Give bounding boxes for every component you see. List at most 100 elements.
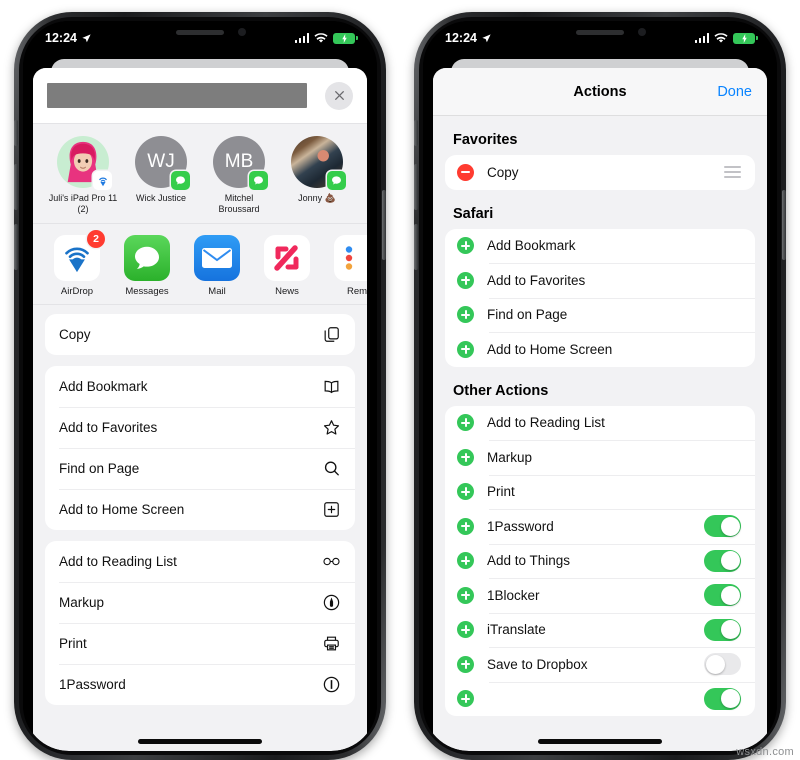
plus-circle-icon[interactable] — [457, 340, 474, 358]
action-row-print[interactable]: Print — [45, 622, 355, 664]
action-row-add-bookmark[interactable]: Add Bookmark — [45, 366, 355, 407]
volume-down-button[interactable] — [14, 224, 18, 270]
plus-circle-icon[interactable] — [457, 414, 474, 432]
edit-row-1blocker[interactable]: 1Blocker — [445, 578, 755, 613]
action-group: Add Bookmark Add to Favorites Find on Pa… — [45, 365, 355, 530]
app-item-messages[interactable]: Messages — [117, 234, 177, 297]
contact-item[interactable]: Juli's iPad Pro 11 (2) — [47, 136, 119, 215]
right-screen: 12:24 Actions Done Favorites Copy Safari… — [423, 21, 777, 751]
edit-row-markup[interactable]: Markup — [445, 440, 755, 475]
action-row-find-on-page[interactable]: Find on Page — [45, 447, 355, 489]
plus-circle-icon[interactable] — [457, 621, 474, 639]
plus-circle-icon[interactable] — [457, 552, 474, 570]
contact-item[interactable]: Jonny 💩 — [281, 136, 353, 215]
action-row-add-to-favorites[interactable]: Add to Favorites — [45, 406, 355, 448]
markup-pen-icon — [321, 592, 341, 612]
status-time: 12:24 — [445, 31, 477, 45]
plus-circle-icon[interactable] — [457, 517, 474, 535]
contact-item[interactable]: WJ Wick Justice — [125, 136, 197, 215]
action-row-add-to-reading-list[interactable]: Add to Reading List — [45, 541, 355, 582]
markup-glyph — [323, 594, 339, 611]
star-glyph — [323, 420, 339, 435]
row-toggle[interactable] — [704, 687, 741, 710]
row-label: Markup — [487, 449, 533, 465]
silent-switch[interactable] — [414, 120, 418, 146]
action-row-copy[interactable]: Copy — [45, 314, 355, 355]
location-arrow-icon — [482, 33, 491, 42]
action-label: Add to Home Screen — [59, 501, 185, 517]
plus-circle-icon[interactable] — [457, 483, 474, 501]
action-row-markup[interactable]: Markup — [45, 581, 355, 623]
plus-circle-icon[interactable] — [457, 586, 474, 604]
edit-row-add-to-reading-list[interactable]: Add to Reading List — [445, 406, 755, 441]
row-label: Copy — [487, 164, 519, 180]
toggle-knob — [705, 654, 725, 674]
avatar-wrap — [291, 136, 346, 190]
cellular-bars-icon — [694, 33, 709, 43]
edit-row-find-on-page[interactable]: Find on Page — [445, 297, 755, 333]
edit-row-copy[interactable]: Copy — [445, 155, 755, 190]
messages-badge-icon — [171, 171, 190, 190]
close-icon[interactable] — [325, 81, 353, 110]
row-label: Add to Reading List — [487, 415, 605, 431]
edit-row-print[interactable]: Print — [445, 474, 755, 510]
volume-up-button[interactable] — [14, 164, 18, 210]
action-row-add-to-home-screen[interactable]: Add to Home Screen — [45, 488, 355, 530]
done-button[interactable]: Done — [717, 84, 752, 100]
edit-row-partial[interactable] — [445, 681, 755, 717]
row-toggle[interactable] — [704, 549, 741, 572]
app-item-airdrop[interactable]: 2 AirDrop — [47, 229, 107, 297]
contact-item[interactable]: MB Mitchel Broussard — [203, 136, 275, 215]
screenshot-stage: 12:24 Juli's iPad Pro 11 (2) WJ Wick Jus… — [0, 0, 800, 760]
printer-glyph — [323, 636, 339, 651]
wifi-icon — [714, 32, 728, 43]
reorder-handle-icon[interactable] — [724, 166, 741, 179]
app-item-reminders[interactable]: Rem — [327, 234, 367, 297]
action-row-1password[interactable]: 1Password — [45, 663, 355, 705]
plus-circle-icon[interactable] — [457, 655, 474, 673]
app-label: News — [275, 285, 299, 297]
toggle-knob — [720, 516, 740, 536]
app-label: AirDrop — [60, 285, 94, 297]
volume-up-button[interactable] — [414, 164, 418, 210]
messages-glyph — [332, 176, 341, 185]
plus-circle-icon[interactable] — [457, 690, 474, 708]
home-indicator[interactable] — [138, 739, 262, 744]
plus-circle-icon[interactable] — [457, 448, 474, 466]
home-indicator[interactable] — [538, 739, 662, 744]
volume-down-button[interactable] — [414, 224, 418, 270]
edit-row-save-to-dropbox[interactable]: Save to Dropbox — [445, 647, 755, 682]
share-sheet-header — [33, 68, 367, 124]
edit-row-add-to-favorites[interactable]: Add to Favorites — [445, 263, 755, 298]
row-toggle[interactable] — [704, 653, 741, 676]
toggle-knob — [720, 551, 740, 571]
app-label: Mail — [208, 285, 226, 297]
edit-row-add-to-things[interactable]: Add to Things — [445, 543, 755, 579]
phone-bezel: 12:24 — [423, 21, 777, 751]
avatar-wrap: MB — [213, 136, 268, 190]
edit-row-add-bookmark[interactable]: Add Bookmark — [445, 229, 755, 264]
row-label: Find on Page — [487, 307, 568, 323]
app-icon-wrap — [124, 234, 170, 281]
app-item-mail[interactable]: Mail — [187, 234, 247, 297]
power-button[interactable] — [782, 190, 786, 260]
row-toggle[interactable] — [704, 618, 741, 641]
plus-circle-icon[interactable] — [457, 237, 474, 255]
messages-glyph — [254, 176, 263, 185]
plus-circle-icon[interactable] — [457, 306, 474, 324]
row-toggle[interactable] — [704, 584, 741, 607]
edit-row-add-to-home-screen[interactable]: Add to Home Screen — [445, 332, 755, 367]
plus-circle-icon[interactable] — [457, 271, 474, 289]
edit-row-1password[interactable]: 1Password — [445, 509, 755, 544]
section-title-other-actions: Other Actions — [453, 382, 549, 399]
row-label: Add to Home Screen — [487, 341, 613, 357]
minus-circle-icon[interactable] — [457, 163, 474, 181]
silent-switch[interactable] — [14, 120, 18, 146]
action-list: Copy Add Bookmark Add to Favorites Find … — [33, 304, 367, 705]
copy-glyph — [324, 327, 339, 342]
power-button[interactable] — [382, 190, 386, 260]
contact-name: Mitchel Broussard — [218, 193, 260, 214]
edit-row-itranslate[interactable]: iTranslate — [445, 612, 755, 648]
app-item-news[interactable]: News — [257, 234, 317, 297]
row-toggle[interactable] — [704, 515, 741, 538]
